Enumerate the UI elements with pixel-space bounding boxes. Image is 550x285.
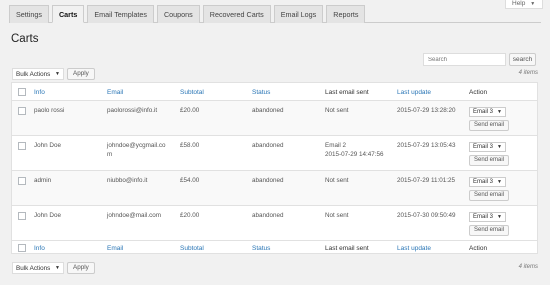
row-last-email-sent: Not sent (325, 177, 349, 184)
chevron-down-icon: ▼ (55, 71, 60, 77)
send-email-button[interactable]: Send email (469, 120, 509, 131)
row-email: johndoe@ycgmail.co (107, 142, 166, 149)
table-footer: Info Email Subtotal Status Last email se… (12, 241, 537, 255)
column-email[interactable]: Email (107, 88, 123, 97)
column-email-footer[interactable]: Email (107, 244, 123, 253)
search-button[interactable]: search (509, 53, 536, 66)
send-email-button[interactable]: Send email (469, 225, 509, 236)
row-last-email-sent: Not sent (325, 212, 349, 219)
column-info[interactable]: Info (34, 88, 45, 97)
row-last-update: 2015-07-29 13:05:43 (397, 142, 456, 149)
bulk-actions-bottom: Bulk Actions ▼ Apply (12, 262, 95, 274)
table-row: paolo rossi paolorossi@info.it £20.00 ab… (12, 101, 537, 135)
tab-settings[interactable]: Settings (9, 5, 49, 23)
row-last-update: 2015-07-29 11:01:25 (397, 177, 456, 184)
column-last-update[interactable]: Last update (397, 88, 431, 97)
tab-recovered-carts[interactable]: Recovered Carts (202, 5, 271, 23)
bulk-actions-label: Bulk Actions (16, 71, 51, 78)
column-subtotal[interactable]: Subtotal (180, 88, 204, 97)
email-template-select[interactable]: Email 3 ▼ (469, 142, 506, 152)
row-subtotal: £54.00 (180, 177, 200, 184)
row-status: abandoned (252, 107, 284, 114)
column-info-footer[interactable]: Info (34, 244, 45, 253)
row-last-email-sent: Not sent (325, 107, 349, 114)
table-row: John Doe johndoe@ycgmail.co m £58.00 aba… (12, 136, 537, 170)
bulk-actions-label: Bulk Actions (16, 265, 51, 272)
email-template-select[interactable]: Email 3 ▼ (469, 212, 506, 222)
send-email-button[interactable]: Send email (469, 190, 509, 201)
column-last-email-sent-footer: Last email sent (325, 245, 369, 252)
row-last-email-sent: Email 2 (325, 142, 346, 149)
select-all-checkbox[interactable] (18, 88, 26, 96)
column-last-email-sent: Last email sent (325, 89, 369, 96)
column-status[interactable]: Status (252, 88, 270, 97)
row-status: abandoned (252, 177, 284, 184)
chevron-down-icon: ▼ (497, 214, 502, 220)
search-input[interactable] (423, 53, 506, 66)
row-subtotal: £20.00 (180, 107, 200, 114)
row-email: niubbo@info.it (107, 177, 148, 184)
row-email-wrap: m (107, 151, 113, 158)
items-count-bottom: 4 items (518, 264, 538, 270)
table-row: admin niubbo@info.it £54.00 abandoned No… (12, 171, 537, 205)
email-template-value: Email 3 (473, 214, 494, 220)
row-info: John Doe (34, 142, 61, 149)
row-subtotal: £20.00 (180, 212, 200, 219)
row-info: John Doe (34, 212, 61, 219)
email-template-value: Email 3 (473, 144, 494, 150)
bulk-actions-select-bottom[interactable]: Bulk Actions ▼ (12, 262, 64, 274)
tab-email-logs[interactable]: Email Logs (273, 5, 324, 23)
column-action: Action (469, 89, 488, 96)
bulk-actions-top: Bulk Actions ▼ Apply (12, 68, 95, 80)
help-label: Help (512, 0, 526, 7)
chevron-down-icon: ▼ (497, 109, 502, 115)
column-status-footer[interactable]: Status (252, 244, 270, 253)
row-last-update: 2015-07-29 13:28:20 (397, 107, 456, 114)
help-tab[interactable]: Help ▼ (505, 0, 543, 9)
select-all-checkbox-footer[interactable] (18, 244, 26, 252)
row-checkbox[interactable] (18, 142, 26, 150)
chevron-down-icon: ▼ (497, 179, 502, 185)
bulk-actions-select[interactable]: Bulk Actions ▼ (12, 68, 64, 80)
carts-table: Info Email Subtotal Status Last email se… (11, 82, 538, 254)
row-subtotal: £58.00 (180, 142, 200, 149)
apply-button[interactable]: Apply (67, 68, 95, 80)
column-action-footer: Action (469, 245, 488, 252)
chevron-down-icon: ▼ (497, 144, 502, 150)
email-template-select[interactable]: Email 3 ▼ (469, 177, 506, 187)
column-subtotal-footer[interactable]: Subtotal (180, 244, 204, 253)
row-last-email-sent-date: 2015-07-29 14:47:56 (325, 151, 384, 158)
row-info: admin (34, 177, 52, 184)
triangle-down-icon: ▼ (530, 1, 536, 7)
nav-tabs: Settings Carts Email Templates Coupons R… (9, 5, 366, 23)
email-template-value: Email 3 (473, 179, 494, 185)
email-template-value: Email 3 (473, 109, 494, 115)
email-template-select[interactable]: Email 3 ▼ (469, 107, 506, 117)
row-status: abandoned (252, 142, 284, 149)
row-checkbox[interactable] (18, 107, 26, 115)
row-info: paolo rossi (34, 107, 65, 114)
table-header: Info Email Subtotal Status Last email se… (12, 83, 537, 100)
row-email: paolorossi@info.it (107, 107, 158, 114)
send-email-button[interactable]: Send email (469, 155, 509, 166)
row-checkbox[interactable] (18, 177, 26, 185)
row-last-update: 2015-07-30 09:50:49 (397, 212, 456, 219)
apply-button-bottom[interactable]: Apply (67, 262, 95, 274)
row-checkbox[interactable] (18, 212, 26, 220)
tab-carts[interactable]: Carts (51, 5, 85, 23)
items-count: 4 items (518, 70, 538, 76)
table-row: John Doe johndoe@mail.com £20.00 abandon… (12, 206, 537, 240)
tab-email-templates[interactable]: Email Templates (87, 5, 154, 23)
chevron-down-icon: ▼ (55, 265, 60, 271)
tab-coupons[interactable]: Coupons (156, 5, 200, 23)
page-title: Carts (11, 33, 39, 45)
tab-reports[interactable]: Reports (326, 5, 366, 23)
column-last-update-footer[interactable]: Last update (397, 244, 431, 253)
row-email: johndoe@mail.com (107, 212, 161, 219)
row-status: abandoned (252, 212, 284, 219)
